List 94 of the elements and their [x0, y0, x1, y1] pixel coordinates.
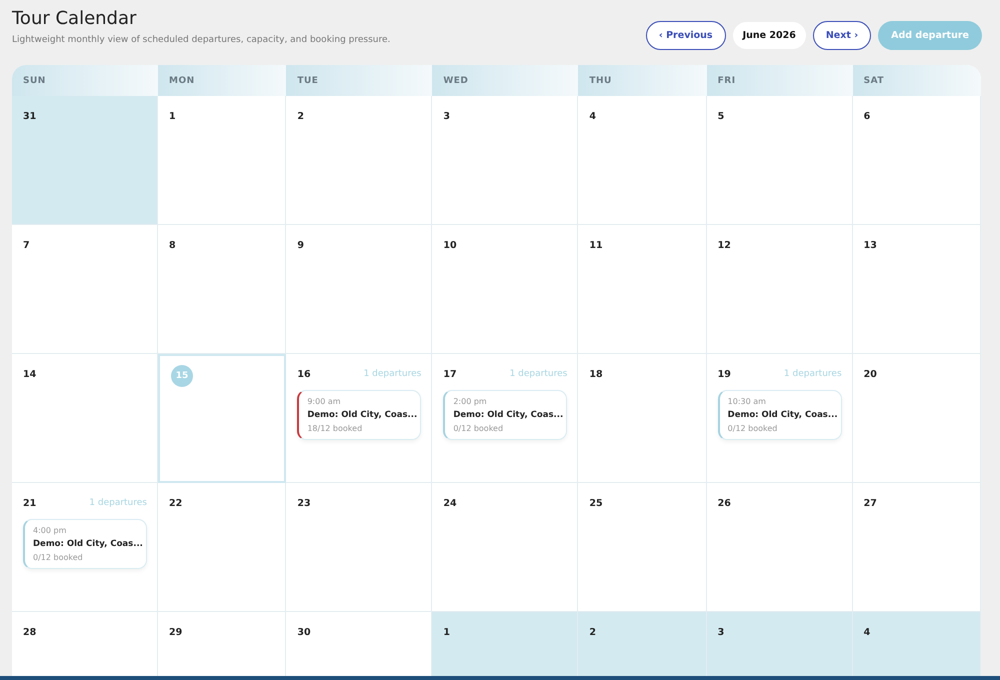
departure-card[interactable]: 10:30 am Demo: Old City, Coas... 0/12 booked — [718, 390, 842, 440]
day-number: 29 — [169, 626, 182, 638]
day-number: 10 — [443, 240, 457, 250]
day-cell[interactable]: 21 1 departures 4:00 pm Demo: Old City, Coas... 0/12 booked — [12, 483, 158, 612]
day-cell[interactable]: 23 — [286, 483, 432, 612]
departure-count: 1 departures — [364, 369, 422, 379]
page-title: Tour Calendar — [12, 8, 138, 29]
day-number: 20 — [864, 368, 877, 380]
day-cell[interactable]: 25 — [578, 483, 707, 612]
day-number: 30 — [297, 626, 311, 638]
departure-count: 1 departures — [89, 498, 147, 508]
day-cell[interactable]: 2 — [578, 612, 707, 676]
day-number: 14 — [23, 368, 36, 380]
day-number: 13 — [864, 240, 877, 250]
day-cell[interactable]: 24 — [432, 483, 578, 612]
day-cell[interactable]: 17 1 departures 2:00 pm Demo: Old City, Coas... 0/12 booked — [432, 354, 578, 483]
day-cell[interactable]: 6 — [852, 96, 981, 225]
day-number: 22 — [169, 498, 182, 508]
day-number: 1 — [443, 626, 450, 638]
booking-count: 0/12 booked — [453, 424, 504, 433]
day-number: 28 — [23, 626, 36, 638]
day-cell[interactable]: 10 — [432, 225, 578, 354]
day-cell[interactable]: 1 — [158, 96, 286, 225]
departure-time: 4:00 pm — [33, 526, 68, 535]
day-number: 4 — [864, 626, 870, 638]
weekday-header: MON — [158, 65, 286, 96]
day-number: 26 — [718, 498, 731, 508]
day-number: 15 — [171, 365, 193, 387]
day-cell[interactable]: 27 — [852, 483, 981, 612]
day-cell[interactable]: 14 — [12, 354, 158, 483]
day-number: 19 — [718, 368, 731, 380]
weekday-header: SUN — [12, 65, 158, 96]
day-cell[interactable]: 16 1 departures 9:00 am Demo: Old City, Coas... 18/12 booked — [286, 354, 432, 483]
day-number: 9 — [297, 240, 304, 250]
day-number: 12 — [718, 240, 731, 250]
departure-count: 1 departures — [784, 369, 842, 379]
day-cell[interactable]: 3 — [706, 612, 853, 676]
day-number: 7 — [23, 240, 30, 250]
day-number: 27 — [864, 498, 877, 508]
day-cell[interactable]: 4 — [578, 96, 707, 225]
day-number: 17 — [443, 368, 457, 380]
day-cell[interactable]: 13 — [852, 225, 981, 354]
day-cell[interactable]: 2 — [286, 96, 432, 225]
next-button[interactable]: Next › — [812, 21, 872, 50]
day-number: 23 — [297, 498, 311, 508]
day-cell[interactable]: 20 — [852, 354, 981, 483]
day-number: 31 — [23, 110, 36, 122]
weekday-header: WED — [432, 65, 578, 96]
day-cell[interactable]: 12 — [706, 225, 853, 354]
booking-count: 0/12 booked — [728, 424, 778, 433]
departure-time: 9:00 am — [307, 397, 342, 406]
booking-count: 18/12 booked — [307, 424, 364, 433]
day-number: 24 — [443, 498, 457, 508]
weekday-header: SAT — [852, 65, 981, 96]
day-cell[interactable]: 7 — [12, 225, 158, 354]
day-number: 18 — [589, 368, 603, 380]
day-number: 3 — [718, 626, 724, 638]
day-cell[interactable]: 9 — [286, 225, 432, 354]
weekday-header: THU — [578, 65, 707, 96]
departure-time: 2:00 pm — [453, 397, 488, 406]
day-number: 1 — [169, 110, 176, 122]
departure-card[interactable]: 9:00 am Demo: Old City, Coas... 18/12 booked — [297, 390, 422, 440]
departure-count: 1 departures — [510, 369, 568, 379]
day-cell[interactable]: 31 — [12, 96, 158, 225]
day-number: 8 — [169, 240, 176, 250]
day-cell[interactable]: 19 1 departures 10:30 am Demo: Old City, Coas... 0/12 booked — [706, 354, 853, 483]
day-number: 16 — [297, 368, 311, 380]
departure-card[interactable]: 4:00 pm Demo: Old City, Coas... 0/12 booked — [23, 519, 147, 569]
day-number: 5 — [718, 110, 724, 122]
day-number: 25 — [589, 498, 603, 508]
day-cell[interactable]: 11 — [578, 225, 707, 354]
day-cell[interactable]: 18 — [578, 354, 707, 483]
day-cell[interactable]: 3 — [432, 96, 578, 225]
day-cell[interactable]: 4 — [852, 612, 981, 676]
weekday-header: TUE — [286, 65, 432, 96]
day-cell[interactable]: 1 — [432, 612, 578, 676]
departure-card[interactable]: 2:00 pm Demo: Old City, Coas... 0/12 booked — [443, 390, 568, 440]
day-cell[interactable]: 26 — [706, 483, 853, 612]
day-cell[interactable]: 8 — [158, 225, 286, 354]
day-number: 4 — [589, 110, 596, 122]
departure-time: 10:30 am — [728, 397, 767, 406]
day-number: 21 — [23, 498, 36, 508]
day-number: 2 — [297, 110, 304, 122]
weekday-header: FRI — [706, 65, 853, 96]
booking-count: 0/12 booked — [33, 553, 84, 562]
day-number: 2 — [589, 626, 596, 638]
page-subtitle: Lightweight monthly view of scheduled departures, capacity, and booking pressure. — [12, 35, 390, 45]
day-number: 6 — [864, 110, 870, 122]
month-label: June 2026 — [732, 22, 806, 49]
day-number: 3 — [443, 110, 450, 122]
previous-button[interactable]: ‹ Previous — [646, 21, 726, 50]
day-number: 11 — [589, 240, 603, 250]
day-cell[interactable]: 5 — [706, 96, 853, 225]
day-cell[interactable]: 22 — [158, 483, 286, 612]
